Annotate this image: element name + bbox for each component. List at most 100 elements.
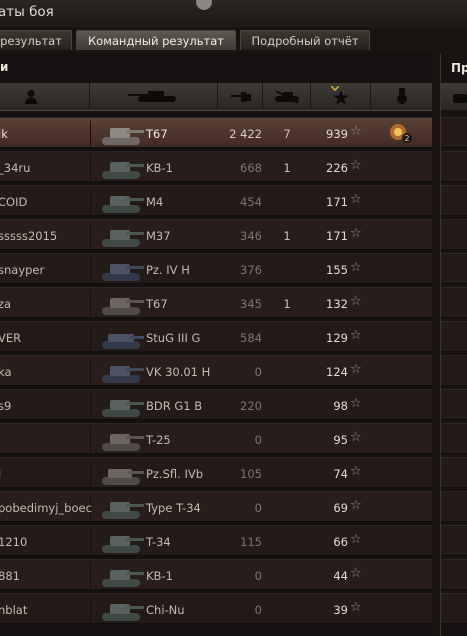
tank-name: KB-1 bbox=[146, 161, 173, 175]
table-row[interactable]: za T67 345 1 132 ☆ bbox=[0, 287, 432, 318]
damage-value: 105 bbox=[240, 467, 262, 481]
tank-icon bbox=[102, 604, 144, 621]
player-name: snayper bbox=[0, 263, 45, 277]
star-icon: ☆ bbox=[350, 362, 362, 377]
star-icon: ☆ bbox=[350, 566, 362, 581]
table-row[interactable]: VER StuG III G 584 129 ☆ bbox=[0, 321, 432, 352]
damage-gun-icon bbox=[231, 92, 251, 102]
medal-count: 2 bbox=[404, 134, 409, 143]
star-icon: ☆ bbox=[350, 464, 362, 479]
enemy-row bbox=[441, 321, 467, 352]
player-name: 881 bbox=[0, 569, 20, 583]
damage-value: 2 422 bbox=[229, 127, 262, 141]
destroyed-tank-icon bbox=[275, 91, 299, 103]
table-row[interactable]: 881 KB-1 0 44 ☆ bbox=[0, 559, 432, 590]
damage-value: 115 bbox=[240, 535, 262, 549]
enemy-row bbox=[441, 593, 467, 624]
tank-icon bbox=[102, 469, 144, 485]
damage-value: 0 bbox=[254, 603, 262, 617]
player-name: pobedimyj_boec bbox=[0, 501, 92, 515]
tank-name: StuG III G bbox=[146, 331, 201, 345]
table-row[interactable]: nblat Chi-Nu 0 39 ☆ bbox=[0, 593, 432, 624]
enemy-row bbox=[441, 559, 467, 590]
player-name: l bbox=[0, 467, 1, 481]
tank-icon bbox=[102, 400, 144, 417]
tank-icon bbox=[128, 91, 176, 102]
column-xp[interactable] bbox=[311, 83, 371, 110]
enemy-row bbox=[441, 525, 467, 556]
tab-team-result[interactable]: Командный результат bbox=[76, 30, 236, 50]
tab-detailed-report[interactable]: Подробный отчёт bbox=[240, 30, 370, 50]
player-name: COID bbox=[0, 195, 28, 209]
window-title: аты боя bbox=[0, 4, 54, 20]
tank-icon bbox=[102, 434, 144, 451]
enemy-row bbox=[441, 219, 467, 250]
enemy-row bbox=[441, 185, 467, 216]
window-hook-icon bbox=[196, 0, 212, 10]
xp-value: 171 bbox=[326, 229, 348, 243]
medal-icon[interactable]: 2 bbox=[388, 122, 414, 144]
column-player[interactable] bbox=[0, 83, 90, 110]
tank-icon bbox=[102, 230, 144, 247]
xp-value: 124 bbox=[326, 365, 348, 379]
table-row-current-player[interactable]: ik T67 2 422 7 939 ☆ 2 bbox=[0, 117, 432, 148]
star-icon: ☆ bbox=[350, 396, 362, 411]
table-row[interactable]: sssss2015 M37 346 1 171 ☆ bbox=[0, 219, 432, 250]
damage-value: 220 bbox=[240, 399, 262, 413]
player-name: sssss2015 bbox=[0, 229, 58, 243]
enemy-table-header bbox=[441, 83, 467, 110]
column-frags[interactable] bbox=[263, 83, 311, 110]
tank-icon bbox=[102, 502, 144, 519]
xp-value: 39 bbox=[333, 603, 348, 617]
table-row[interactable]: pobedimyj_boec Type T-34 0 69 ☆ bbox=[0, 491, 432, 522]
person-icon bbox=[453, 94, 467, 103]
player-name: za bbox=[0, 297, 12, 311]
person-icon bbox=[25, 90, 37, 104]
star-icon: ☆ bbox=[350, 498, 362, 513]
table-row[interactable]: s9 BDR G1 B 220 98 ☆ bbox=[0, 389, 432, 420]
tank-icon bbox=[102, 264, 144, 281]
tank-name: M4 bbox=[146, 195, 164, 209]
table-row[interactable]: COID M4 454 171 ☆ bbox=[0, 185, 432, 216]
table-row[interactable]: _34ru KB-1 668 1 226 ☆ bbox=[0, 151, 432, 182]
star-icon: ☆ bbox=[350, 124, 362, 139]
tank-name: T67 bbox=[146, 297, 168, 311]
enemy-row bbox=[441, 117, 467, 148]
frags-value: 1 bbox=[283, 161, 291, 175]
damage-value: 0 bbox=[254, 433, 262, 447]
table-row[interactable]: snayper Pz. IV H 376 155 ☆ bbox=[0, 253, 432, 284]
damage-value: 668 bbox=[240, 161, 262, 175]
table-row[interactable]: 1210 T-34 115 66 ☆ bbox=[0, 525, 432, 556]
xp-value: 95 bbox=[333, 433, 348, 447]
tank-name: M37 bbox=[146, 229, 171, 243]
player-name: 1210 bbox=[0, 535, 28, 549]
tank-icon bbox=[102, 334, 144, 349]
player-name: ka bbox=[0, 365, 12, 379]
table-row[interactable]: ka VK 30.01 H 0 124 ☆ bbox=[0, 355, 432, 386]
column-tank[interactable] bbox=[90, 83, 218, 110]
damage-value: 0 bbox=[254, 501, 262, 515]
xp-value: 66 bbox=[333, 535, 348, 549]
tab-bar: результат Командный результат Подробный … bbox=[0, 28, 467, 52]
damage-value: 454 bbox=[240, 195, 262, 209]
column-medals[interactable] bbox=[371, 83, 432, 110]
table-row[interactable]: l Pz.Sfl. IVb 105 74 ☆ bbox=[0, 457, 432, 488]
tank-name: Type T-34 bbox=[146, 501, 201, 515]
star-icon: ☆ bbox=[350, 294, 362, 309]
enemy-panel-label: Пр bbox=[451, 61, 467, 75]
enemy-row bbox=[441, 389, 467, 420]
enemy-panel: Пр bbox=[440, 53, 467, 636]
xp-value: 171 bbox=[326, 195, 348, 209]
damage-value: 376 bbox=[240, 263, 262, 277]
xp-value: 939 bbox=[326, 127, 348, 141]
xp-value: 74 bbox=[333, 467, 348, 481]
xp-value: 69 bbox=[333, 501, 348, 515]
enemy-row bbox=[441, 151, 467, 182]
table-row[interactable]: T-25 0 95 ☆ bbox=[0, 423, 432, 454]
enemy-row bbox=[441, 355, 467, 386]
star-icon: ☆ bbox=[350, 430, 362, 445]
xp-value: 98 bbox=[333, 399, 348, 413]
tab-personal-result[interactable]: результат bbox=[0, 30, 72, 50]
column-damage[interactable] bbox=[218, 83, 263, 110]
star-icon: ☆ bbox=[350, 226, 362, 241]
